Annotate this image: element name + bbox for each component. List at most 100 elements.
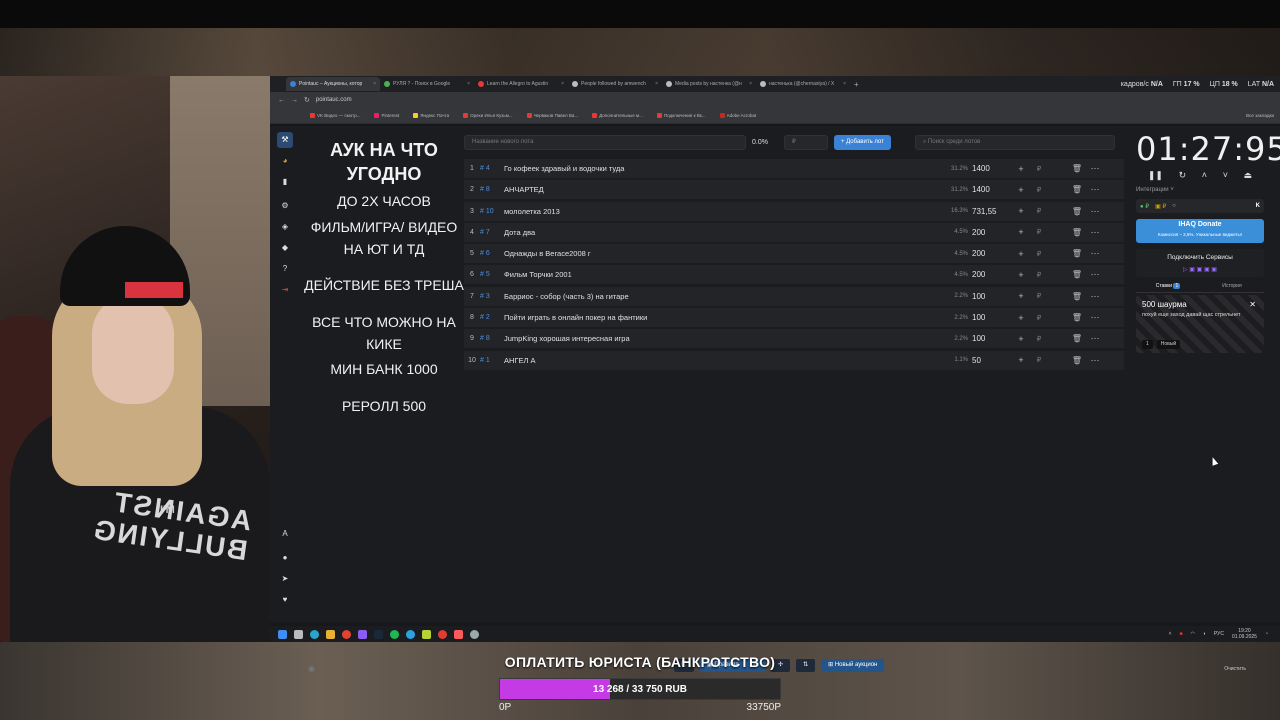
shield-icon[interactable]: ◆ bbox=[277, 240, 293, 256]
lot-name[interactable]: Фильм Торчки 2001 bbox=[504, 270, 934, 279]
lot-row[interactable]: 10 # 1 АНГЕЛ А 1.1% 50 + ₽ 🗑 ⋯ bbox=[464, 350, 1124, 370]
lot-name[interactable]: Однажды в Вегасе2008 г bbox=[504, 249, 934, 258]
lot-name[interactable]: мололетка 2013 bbox=[504, 207, 934, 216]
tab-close-icon[interactable]: × bbox=[561, 81, 564, 87]
ruble-icon[interactable]: ₽ bbox=[1030, 186, 1048, 194]
lot-name[interactable]: Дота два bbox=[504, 228, 934, 237]
settings-task-icon[interactable] bbox=[470, 629, 479, 639]
browser-tab[interactable]: Learn the Allegro to Agustin × bbox=[474, 77, 568, 91]
bookmark-item[interactable]: Орехи Илья Кузьм... bbox=[463, 113, 513, 118]
lot-amount[interactable]: 1400 bbox=[972, 185, 1012, 194]
lot-amount[interactable]: 731,55 bbox=[972, 207, 1012, 216]
url-field[interactable]: pointauc.com bbox=[316, 97, 352, 103]
plus-icon[interactable]: + bbox=[1012, 270, 1030, 280]
lot-name[interactable]: АНГЕЛ А bbox=[504, 356, 934, 365]
lot-name[interactable]: Барриос - собор (часть 3) на гитаре bbox=[504, 292, 934, 301]
language-icon[interactable]: A bbox=[277, 526, 293, 542]
lot-name[interactable]: JumpKing хорошая интересная игра bbox=[504, 334, 934, 343]
new-tab-button[interactable]: + bbox=[854, 80, 859, 89]
more-icon[interactable]: ⋯ bbox=[1086, 163, 1104, 174]
lot-amount[interactable]: 100 bbox=[972, 334, 1012, 343]
lot-amount[interactable]: 200 bbox=[972, 249, 1012, 258]
reload-icon[interactable]: ↻ bbox=[304, 96, 310, 104]
lot-name-input[interactable]: Название нового лота bbox=[464, 134, 746, 150]
ruble-icon[interactable]: ₽ bbox=[1030, 250, 1048, 258]
lot-amount[interactable]: 200 bbox=[972, 228, 1012, 237]
integrations-toggle[interactable]: Интеграции ˅ bbox=[1136, 187, 1264, 193]
github-icon[interactable]: ● bbox=[277, 550, 293, 566]
telegram-icon[interactable]: ➤ bbox=[277, 571, 293, 587]
lot-row[interactable]: 8 # 2 Пойти играть в онлайн покер на фанти… bbox=[464, 308, 1124, 328]
chevron-up-icon[interactable]: ˄ bbox=[1202, 170, 1207, 181]
chevron-down-icon[interactable]: ˅ bbox=[1223, 170, 1228, 181]
auction-icon[interactable]: ⚒ bbox=[277, 132, 293, 148]
more-icon[interactable]: ⋯ bbox=[1086, 355, 1104, 366]
browser-tab[interactable]: настенька (@chernastya) / X × bbox=[756, 77, 850, 91]
forward-icon[interactable]: → bbox=[291, 97, 298, 104]
lot-row[interactable]: 5 # 6 Однажды в Вегасе2008 г 4.5% 200 + ₽ 🗑 ⋯ bbox=[464, 244, 1124, 264]
ruble-icon[interactable]: ₽ bbox=[1030, 165, 1048, 173]
language-indicator[interactable]: РУС bbox=[1214, 631, 1224, 637]
help-icon[interactable]: ? bbox=[277, 261, 293, 277]
lot-row[interactable]: 3 # 10 мололетка 2013 16.3% 731,55 + ₽ 🗑 ⋯ bbox=[464, 201, 1124, 221]
lot-row[interactable]: 9 # 8 JumpKing хорошая интересная игра 2.2%… bbox=[464, 329, 1124, 349]
ruble-icon[interactable]: ₽ bbox=[1030, 335, 1048, 343]
plus-icon[interactable]: + bbox=[1012, 227, 1030, 237]
xbox-icon[interactable] bbox=[422, 629, 431, 639]
donate-icon[interactable]: ♥ bbox=[277, 592, 293, 608]
plus-icon[interactable]: + bbox=[1012, 164, 1030, 174]
trash-icon[interactable]: 🗑 bbox=[1068, 164, 1086, 173]
lot-name[interactable]: АНЧАРТЕД bbox=[504, 185, 934, 194]
more-icon[interactable]: ⋯ bbox=[1086, 269, 1104, 280]
app3-icon[interactable] bbox=[454, 629, 463, 639]
close-icon[interactable]: ✕ bbox=[1249, 300, 1256, 309]
clock[interactable]: 19:20 01.09.2025 bbox=[1232, 628, 1257, 640]
spotify-icon[interactable] bbox=[390, 629, 399, 639]
more-icon[interactable]: ⋯ bbox=[1086, 291, 1104, 302]
plus-icon[interactable]: + bbox=[1012, 313, 1030, 323]
bet-index[interactable]: 1 bbox=[1142, 340, 1153, 349]
eye-icon[interactable]: ◉ bbox=[308, 664, 315, 673]
settings-icon[interactable]: ⚙ bbox=[277, 198, 293, 214]
amount-input[interactable]: ₽ bbox=[784, 134, 828, 150]
windows-start-icon[interactable] bbox=[278, 629, 287, 639]
lot-row[interactable]: 7 # 3 Барриос - собор (часть 3) на гитаре 2… bbox=[464, 286, 1124, 306]
tab-close-icon[interactable]: × bbox=[749, 81, 752, 87]
ruble-icon[interactable]: ₽ bbox=[1030, 207, 1048, 215]
trash-icon[interactable]: 🗑 bbox=[1068, 207, 1086, 216]
lot-amount[interactable]: 100 bbox=[972, 292, 1012, 301]
explorer-icon[interactable] bbox=[326, 629, 335, 639]
trash-icon[interactable]: 🗑 bbox=[1068, 334, 1086, 343]
stats-icon[interactable]: ▮ bbox=[277, 174, 293, 190]
lot-amount[interactable]: 50 bbox=[972, 356, 1012, 365]
more-icon[interactable]: ⋯ bbox=[1086, 206, 1104, 217]
layers-icon[interactable]: ◈ bbox=[277, 219, 293, 235]
tray-app-icon[interactable]: ■ bbox=[1179, 631, 1182, 637]
plus-icon[interactable]: + bbox=[1012, 249, 1030, 259]
more-icon[interactable]: ⋯ bbox=[1086, 248, 1104, 259]
connect-services-button[interactable]: Подключить Сервисы ▷ ▣ ▣ ▣ ▣ bbox=[1136, 249, 1264, 277]
back-icon[interactable]: ← bbox=[278, 97, 285, 104]
integration-icon[interactable]: ● ₽ bbox=[1140, 203, 1149, 210]
bookmark-item[interactable]: Pinterest bbox=[374, 113, 399, 118]
bookmark-item[interactable]: VK Видео — смотр... bbox=[310, 113, 360, 118]
chrome-icon[interactable] bbox=[342, 629, 351, 639]
lot-search-input[interactable]: ⌕ Поиск среди лотов bbox=[914, 134, 1115, 150]
browser-tab[interactable]: РУЛЯ ? - Поиск в Google × bbox=[380, 77, 474, 91]
task-view-icon[interactable] bbox=[294, 629, 303, 639]
lot-row[interactable]: 2 # 8 АНЧАРТЕД 31.2% 1400 + ₽ 🗑 ⋯ bbox=[464, 180, 1124, 200]
wheel-icon[interactable]: ◕ bbox=[277, 153, 293, 169]
volume-icon[interactable]: ◖ bbox=[1203, 631, 1206, 637]
trash-icon[interactable]: 🗑 bbox=[1068, 356, 1086, 365]
bookmark-item[interactable]: Яндекс Почта bbox=[413, 113, 449, 118]
wifi-icon[interactable]: ◠ bbox=[1191, 631, 1195, 637]
plus-icon[interactable]: + bbox=[1012, 355, 1030, 365]
ruble-icon[interactable]: ₽ bbox=[1030, 292, 1048, 300]
lot-amount[interactable]: 1400 bbox=[972, 164, 1012, 173]
bookmark-item[interactable]: Черваков Павел Ва... bbox=[526, 113, 578, 118]
trash-icon[interactable]: 🗑 bbox=[1068, 185, 1086, 194]
lot-name[interactable]: Го кофеек здравый и водочки туда bbox=[504, 164, 934, 173]
plus-icon[interactable]: + bbox=[1012, 291, 1030, 301]
telegram-task-icon[interactable] bbox=[406, 629, 415, 639]
browser-tab[interactable]: Pointauc – Аукционы, котор × bbox=[286, 77, 380, 91]
